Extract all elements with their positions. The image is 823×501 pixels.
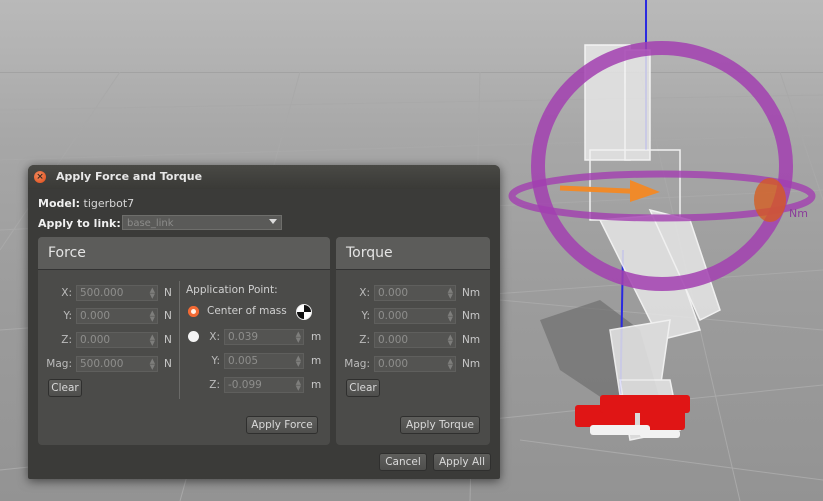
spin-arrows-icon[interactable]: ▲ ▼	[448, 287, 453, 300]
spin-arrows-icon[interactable]: ▲ ▼	[150, 310, 155, 323]
point-y-input[interactable]: 0.005 ▲ ▼	[224, 353, 304, 369]
force-clear-button[interactable]: Clear	[48, 379, 82, 397]
point-y-value: 0.005	[228, 355, 259, 367]
force-divider	[179, 281, 180, 399]
torque-y-unit: Nm	[462, 310, 481, 322]
robot-feet	[575, 395, 690, 430]
torque-z-unit: Nm	[462, 334, 481, 346]
force-panel-header: Force	[38, 237, 330, 270]
force-x-value: 500.000	[80, 287, 124, 299]
point-x-label: X:	[209, 331, 220, 343]
spin-arrows-icon[interactable]: ▲ ▼	[296, 331, 301, 344]
torque-z-label: Z:	[359, 334, 370, 346]
torque-mag-unit: Nm	[462, 358, 481, 370]
torque-panel: Torque X: 0.000 ▲ ▼ Nm Y: 0.000 ▲ ▼ Nm Z: …	[336, 237, 490, 445]
point-x-value: 0.039	[228, 331, 259, 343]
torque-x-unit: Nm	[462, 287, 481, 299]
spin-arrows-icon[interactable]: ▲ ▼	[448, 358, 453, 371]
force-y-unit: N	[164, 310, 172, 322]
torque-x-value: 0.000	[378, 287, 409, 299]
apply-all-button[interactable]: Apply All	[433, 453, 491, 471]
force-panel: Force X: 500.000 ▲ ▼ N Y: 0.000 ▲ ▼ N Z: 0…	[38, 237, 330, 445]
torque-mag-input[interactable]: 0.000 ▲ ▼	[374, 356, 456, 372]
force-z-label: Z:	[61, 334, 72, 346]
torque-z-value: 0.000	[378, 334, 409, 346]
link-row: Apply to link: base_link	[38, 215, 282, 230]
force-y-value: 0.000	[80, 310, 111, 322]
dialog-titlebar[interactable]: × Apply Force and Torque	[28, 165, 500, 189]
torque-panel-header: Torque	[336, 237, 490, 270]
dialog-title: Apply Force and Torque	[56, 170, 203, 183]
point-x-unit: m	[311, 331, 322, 343]
point-x-input[interactable]: 0.039 ▲ ▼	[224, 329, 304, 345]
force-y-label: Y:	[63, 310, 72, 322]
point-z-unit: m	[311, 379, 322, 391]
close-icon[interactable]: ×	[34, 171, 46, 183]
spin-arrows-icon[interactable]: ▲ ▼	[296, 355, 301, 368]
apply-torque-button[interactable]: Apply Torque	[400, 416, 480, 434]
apply-to-link-label: Apply to link:	[38, 217, 121, 230]
model-value: tigerbot7	[83, 197, 135, 210]
link-select-value: base_link	[127, 218, 174, 229]
force-x-label: X:	[61, 287, 72, 299]
torque-z-input[interactable]: 0.000 ▲ ▼	[374, 332, 456, 348]
force-title: Force	[48, 245, 86, 261]
force-x-unit: N	[164, 287, 172, 299]
point-z-input[interactable]: -0.099 ▲ ▼	[224, 377, 304, 393]
torque-x-label: X:	[359, 287, 370, 299]
model-row: Model: tigerbot7	[38, 197, 134, 210]
torque-x-input[interactable]: 0.000 ▲ ▼	[374, 285, 456, 301]
spin-arrows-icon[interactable]: ▲ ▼	[150, 334, 155, 347]
torque-mag-label: Mag:	[344, 358, 370, 370]
apply-force-torque-dialog: × Apply Force and Torque Model: tigerbot…	[28, 165, 500, 479]
spin-arrows-icon[interactable]: ▲ ▼	[150, 358, 155, 371]
model-label: Model:	[38, 197, 81, 210]
center-of-mass-icon	[296, 304, 312, 320]
torque-y-input[interactable]: 0.000 ▲ ▼	[374, 308, 456, 324]
point-z-value: -0.099	[228, 379, 262, 391]
torque-mag-value: 0.000	[378, 358, 409, 370]
center-of-mass-label: Center of mass	[207, 305, 287, 317]
point-y-label: Y:	[211, 355, 220, 367]
force-mag-label: Mag:	[46, 358, 72, 370]
torque-clear-button[interactable]: Clear	[346, 379, 380, 397]
application-point-title: Application Point:	[186, 284, 278, 296]
torque-y-label: Y:	[361, 310, 370, 322]
force-mag-value: 500.000	[80, 358, 124, 370]
torque-handle[interactable]	[754, 178, 786, 222]
spin-arrows-icon[interactable]: ▲ ▼	[448, 310, 453, 323]
torque-y-value: 0.000	[378, 310, 409, 322]
center-of-mass-radio[interactable]	[188, 306, 199, 317]
force-z-input[interactable]: 0.000 ▲ ▼	[76, 332, 158, 348]
force-z-value: 0.000	[80, 334, 111, 346]
link-select[interactable]: base_link	[122, 215, 282, 230]
torque-title: Torque	[346, 245, 393, 261]
spin-arrows-icon[interactable]: ▲ ▼	[150, 287, 155, 300]
force-mag-unit: N	[164, 358, 172, 370]
force-y-input[interactable]: 0.000 ▲ ▼	[76, 308, 158, 324]
spin-arrows-icon[interactable]: ▲ ▼	[296, 379, 301, 392]
force-mag-input[interactable]: 500.000 ▲ ▼	[76, 356, 158, 372]
point-y-unit: m	[311, 355, 322, 367]
force-z-unit: N	[164, 334, 172, 346]
cancel-button[interactable]: Cancel	[379, 453, 427, 471]
spin-arrows-icon[interactable]: ▲ ▼	[448, 334, 453, 347]
force-x-input[interactable]: 500.000 ▲ ▼	[76, 285, 158, 301]
torque-ring-label: Nm	[789, 207, 808, 220]
apply-force-button[interactable]: Apply Force	[246, 416, 318, 434]
point-z-label: Z:	[209, 379, 220, 391]
chevron-down-icon	[269, 219, 277, 224]
